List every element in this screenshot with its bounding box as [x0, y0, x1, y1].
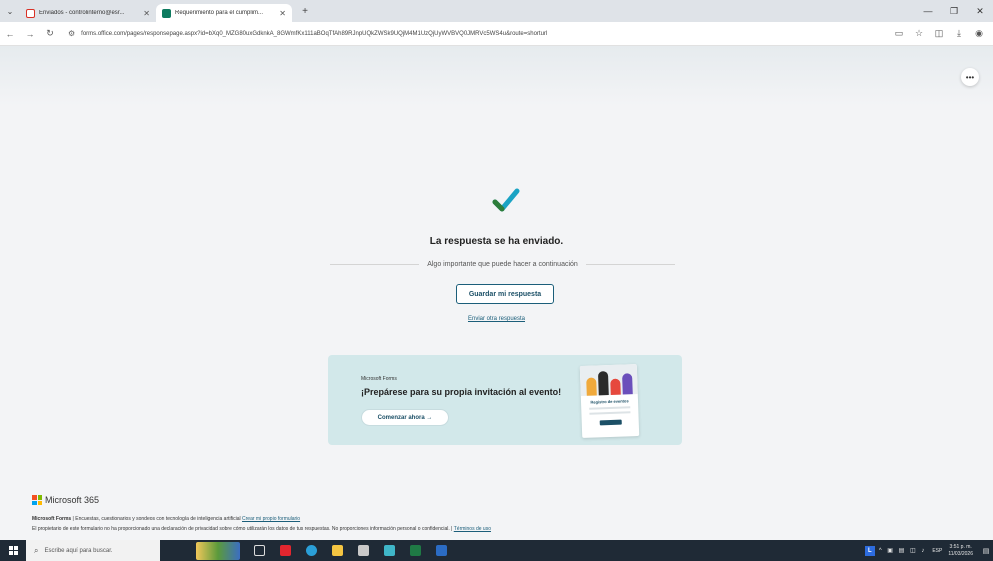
- divider-line: [585, 264, 676, 265]
- confirmation-title: La respuesta se ha enviado.: [429, 236, 564, 247]
- tray-icons[interactable]: ^ ▣ ▤ ◫ ♪: [879, 547, 927, 554]
- restore-icon[interactable]: ❐: [941, 0, 967, 22]
- event-registration-illustration: Registro de eventos: [579, 364, 640, 438]
- search-placeholder: Escribe aquí para buscar.: [44, 547, 113, 554]
- figure-shape: [622, 373, 633, 395]
- gmail-icon: [26, 8, 35, 18]
- close-tab-icon[interactable]: ✕: [143, 9, 150, 18]
- chrome-icon[interactable]: [301, 540, 321, 561]
- clock[interactable]: 3:51 p. m. 11/03/2026: [948, 544, 973, 558]
- promo-banner: Microsoft Forms ¡Prepárese para su propi…: [328, 355, 682, 445]
- forward-icon[interactable]: →: [20, 24, 40, 44]
- figure-shape: [586, 377, 597, 396]
- footer-line-1: Microsoft Forms | Encuestas, cuestionari…: [32, 516, 300, 522]
- app-gray-icon[interactable]: [353, 540, 373, 561]
- microsoft-logo-icon: [32, 495, 42, 505]
- system-tray: L ^ ▣ ▤ ◫ ♪ ESP 3:51 p. m. 11/03/2026 ▤: [864, 540, 993, 561]
- reload-icon[interactable]: ↻: [40, 24, 60, 44]
- forms-response-page: ••• La respuesta se ha enviado. Algo imp…: [0, 46, 993, 540]
- submit-another-response-link[interactable]: Enviar otra respuesta: [0, 316, 993, 322]
- get-started-button[interactable]: Comenzar ahora →: [361, 409, 449, 426]
- promo-heading: ¡Prepárese para su propia invitación al …: [361, 387, 562, 397]
- people-illustration: [579, 364, 638, 396]
- app-l-tray-icon[interactable]: L: [864, 545, 875, 556]
- card-button-shape: [599, 419, 622, 426]
- new-tab-button[interactable]: +: [296, 2, 314, 20]
- minimize-icon[interactable]: —: [915, 0, 941, 22]
- success-checkmark-icon: [492, 188, 520, 212]
- url-text: forms.office.com/pages/responsepage.aspx…: [81, 30, 548, 37]
- excel-icon[interactable]: [405, 540, 425, 561]
- footer-brand: Microsoft Forms: [32, 516, 72, 522]
- windows-taskbar: ⌕ Escribe aquí para buscar. L ^ ▣ ▤ ◫ ♪ …: [0, 540, 993, 561]
- logo-text: Microsoft 365: [45, 495, 100, 505]
- tab-list-chevron-icon[interactable]: ⌄: [0, 0, 20, 22]
- task-view-icon[interactable]: [249, 540, 269, 561]
- search-icon: ⌕: [34, 545, 39, 555]
- figure-shape: [597, 371, 609, 396]
- notifications-icon[interactable]: ▤: [979, 547, 993, 555]
- cast-icon[interactable]: ▭: [889, 28, 909, 39]
- card-title: Registro de eventos: [590, 398, 629, 405]
- divider-line: [330, 264, 420, 265]
- app-l-icon[interactable]: [275, 540, 295, 561]
- microsoft-365-logo: Microsoft 365: [32, 495, 99, 505]
- browser-toolbar: ← → ↻ ⚙ forms.office.com/pages/responsep…: [0, 22, 993, 46]
- forms-icon: [162, 8, 171, 18]
- promo-brand: Microsoft Forms: [361, 376, 397, 382]
- clock-time: 3:51 p. m.: [949, 543, 972, 550]
- download-icon[interactable]: ⤓: [949, 28, 969, 39]
- word-icon[interactable]: [431, 540, 451, 561]
- card-text-line: [589, 411, 631, 415]
- figure-shape: [610, 378, 621, 395]
- save-response-button[interactable]: Guardar mi respuesta: [456, 284, 554, 304]
- close-tab-icon[interactable]: ✕: [279, 9, 286, 18]
- paint-icon[interactable]: [379, 540, 399, 561]
- more-options-icon[interactable]: •••: [961, 68, 979, 86]
- footer-description: | Encuestas, cuestionarios y sondeos con…: [71, 516, 243, 522]
- window-controls: — ❐ ✕: [915, 0, 993, 22]
- tab-forms[interactable]: Requerimiento para el cumplim... ✕: [156, 4, 292, 22]
- bookmark-star-icon[interactable]: ☆: [909, 28, 929, 39]
- next-steps-text: Algo importante que puede hacer a contin…: [427, 261, 578, 268]
- toolbar-actions: ▭ ☆ ◫ ⤓ ◉: [889, 28, 989, 39]
- privacy-notice: El propietario de este formulario no ha …: [32, 526, 454, 532]
- search-highlight-image[interactable]: [196, 541, 240, 560]
- terms-of-use-link[interactable]: Términos de uso: [454, 526, 491, 532]
- tab-title: Enviados - controlinterno@esr...: [39, 10, 125, 16]
- start-button[interactable]: [0, 540, 26, 561]
- card-text-line: [589, 406, 631, 410]
- profile-icon[interactable]: ◉: [969, 28, 989, 39]
- close-window-icon[interactable]: ✕: [967, 0, 993, 22]
- footer-line-2: El propietario de este formulario no ha …: [32, 526, 491, 532]
- back-icon[interactable]: ←: [0, 24, 20, 44]
- clock-date: 11/03/2026: [948, 550, 973, 557]
- file-explorer-icon[interactable]: [327, 540, 347, 561]
- tab-gmail[interactable]: Enviados - controlinterno@esr... ✕: [20, 4, 156, 22]
- address-bar[interactable]: ⚙ forms.office.com/pages/responsepage.as…: [64, 24, 881, 43]
- tab-title: Requerimiento para el cumplim...: [175, 10, 264, 16]
- language-indicator[interactable]: ESP: [932, 548, 942, 554]
- windows-logo-icon: [8, 546, 18, 555]
- browser-tab-strip: ⌄ Enviados - controlinterno@esr... ✕ Req…: [0, 0, 993, 22]
- site-settings-icon[interactable]: ⚙: [68, 29, 75, 38]
- extensions-icon[interactable]: ◫: [929, 28, 949, 39]
- next-steps-divider: Algo importante que puede hacer a contin…: [330, 261, 676, 268]
- create-form-link[interactable]: Crear mi propio formulario: [242, 516, 300, 522]
- taskbar-search[interactable]: ⌕ Escribe aquí para buscar.: [26, 540, 160, 561]
